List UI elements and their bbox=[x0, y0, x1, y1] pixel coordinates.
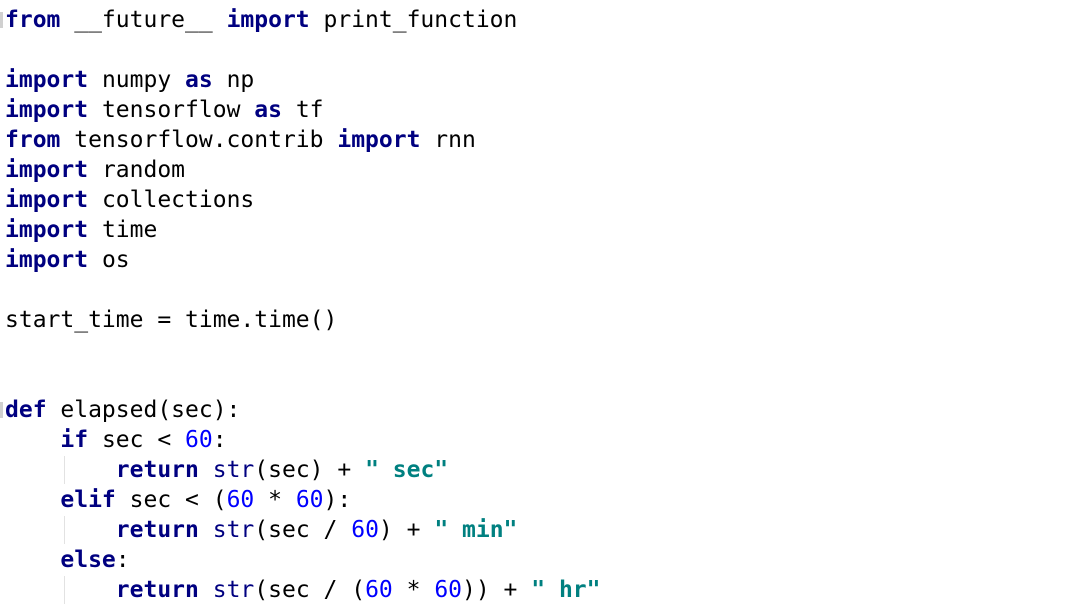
code-line[interactable] bbox=[5, 335, 601, 365]
code-token: ): bbox=[323, 487, 352, 513]
fold-marker[interactable] bbox=[0, 402, 3, 418]
builtin-token: str bbox=[212, 577, 255, 603]
code-line[interactable]: if sec < 60: bbox=[5, 425, 601, 455]
code-token: random bbox=[88, 157, 186, 183]
code-line[interactable]: import numpy as np bbox=[5, 65, 601, 95]
code-line[interactable] bbox=[5, 275, 601, 305]
number-token: 60 bbox=[351, 517, 379, 543]
keyword-token: import bbox=[5, 217, 89, 243]
code-token: print_function bbox=[309, 7, 518, 33]
code-token: os bbox=[88, 247, 130, 273]
code-token: numpy bbox=[88, 67, 186, 93]
code-line[interactable] bbox=[5, 35, 601, 65]
keyword-token: as bbox=[254, 97, 282, 123]
number-token: 60 bbox=[434, 577, 463, 603]
code-line[interactable]: elif sec < (60 * 60): bbox=[5, 485, 601, 515]
code-token: (sec / bbox=[254, 517, 352, 543]
code-token: ) + bbox=[378, 517, 435, 543]
number-token: 60 bbox=[185, 427, 213, 453]
code-line[interactable]: from tensorflow.contrib import rnn bbox=[5, 125, 601, 155]
keyword-token: from bbox=[5, 7, 61, 33]
code-token: np bbox=[212, 67, 255, 93]
code-line[interactable]: from __future__ import print_function bbox=[5, 5, 601, 35]
number-token: 60 bbox=[226, 487, 255, 513]
code-line[interactable]: else: bbox=[5, 545, 601, 575]
keyword-token: else bbox=[60, 547, 116, 573]
code-editor[interactable]: from __future__ import print_function imp… bbox=[0, 0, 1086, 606]
keyword-token: import bbox=[5, 187, 89, 213]
code-line[interactable] bbox=[5, 365, 601, 395]
keyword-token: as bbox=[185, 67, 213, 93]
code-line[interactable]: import tensorflow as tf bbox=[5, 95, 601, 125]
keyword-token: return bbox=[115, 517, 199, 543]
code-token: (sec) + bbox=[254, 457, 366, 483]
code-token: * bbox=[392, 577, 435, 603]
string-token: " min" bbox=[434, 517, 518, 543]
code-token: rnn bbox=[420, 127, 476, 153]
code-token: : bbox=[212, 427, 227, 453]
keyword-token: if bbox=[60, 427, 89, 453]
code-line[interactable]: return str(sec / 60) + " min" bbox=[5, 515, 601, 545]
code-token: tensorflow.contrib bbox=[60, 127, 338, 153]
keyword-token: return bbox=[115, 457, 199, 483]
keyword-token: import bbox=[226, 7, 310, 33]
string-token: " sec" bbox=[365, 457, 449, 483]
code-token: __future__ bbox=[60, 7, 227, 33]
code-token: tensorflow bbox=[88, 97, 255, 123]
keyword-token: import bbox=[5, 247, 89, 273]
number-token: 60 bbox=[365, 577, 393, 603]
code-token: collections bbox=[88, 187, 255, 213]
keyword-token: import bbox=[5, 97, 89, 123]
code-line[interactable]: import random bbox=[5, 155, 601, 185]
builtin-token: str bbox=[212, 517, 255, 543]
code-line[interactable]: def elapsed(sec): bbox=[5, 395, 601, 425]
code-line[interactable]: import collections bbox=[5, 185, 601, 215]
code-line[interactable]: return str(sec) + " sec" bbox=[5, 455, 601, 485]
code-token: * bbox=[254, 487, 296, 513]
code-token: : bbox=[115, 547, 130, 573]
code-token: tf bbox=[281, 97, 324, 123]
code-line[interactable]: import os bbox=[5, 245, 601, 275]
code-token: (sec / ( bbox=[254, 577, 366, 603]
fold-marker[interactable] bbox=[0, 12, 3, 28]
code-token: start_time = time.time() bbox=[5, 307, 338, 333]
code-token: )) + bbox=[462, 577, 532, 603]
keyword-token: import bbox=[337, 127, 421, 153]
code-token: sec < bbox=[88, 427, 186, 453]
keyword-token: def bbox=[5, 397, 47, 423]
keyword-token: from bbox=[5, 127, 61, 153]
code-line[interactable]: return str(sec / (60 * 60)) + " hr" bbox=[5, 575, 601, 605]
code-token: elapsed(sec): bbox=[46, 397, 241, 423]
number-token: 60 bbox=[295, 487, 324, 513]
code-line[interactable]: import time bbox=[5, 215, 601, 245]
keyword-token: import bbox=[5, 157, 89, 183]
keyword-token: return bbox=[115, 577, 199, 603]
code-token: sec < ( bbox=[115, 487, 227, 513]
keyword-token: import bbox=[5, 67, 89, 93]
code-token: time bbox=[88, 217, 158, 243]
string-token: " hr" bbox=[531, 577, 601, 603]
code-line[interactable]: start_time = time.time() bbox=[5, 305, 601, 335]
keyword-token: elif bbox=[60, 487, 116, 513]
builtin-token: str bbox=[212, 457, 255, 483]
code-text[interactable]: from __future__ import print_function imp… bbox=[5, 5, 601, 605]
